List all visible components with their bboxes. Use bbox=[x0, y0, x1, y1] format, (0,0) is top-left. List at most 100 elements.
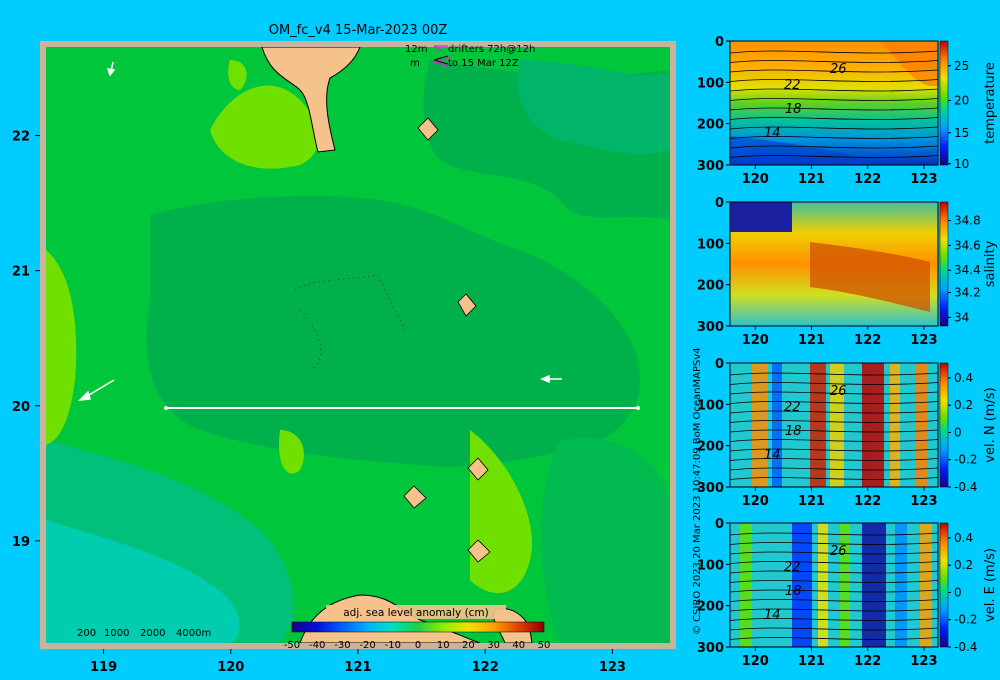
salinity-colorbar-tick-34.2: 34.2 bbox=[954, 286, 981, 300]
depth-legend-200: 200 bbox=[77, 628, 96, 639]
vele-depth-tick-200: 200 bbox=[697, 600, 724, 615]
temperature-depth-tick-200: 200 bbox=[697, 118, 724, 133]
salinity-panel-label: salinity bbox=[983, 240, 998, 287]
salinity-colorbar-tick-34.6: 34.6 bbox=[954, 238, 981, 252]
temperature-lon-tick-121: 121 bbox=[798, 172, 825, 187]
colorbar-tick-30: 30 bbox=[487, 640, 500, 651]
section-panel-temperature: 26 22 18 14 0 100 200 300 120 121 122 123 25 20 15 10 te… bbox=[697, 35, 998, 187]
section-panel-salinity: 0 100 200 300 120 121 122 123 34.8 34.6 34.4 34.2 34… bbox=[697, 196, 998, 348]
vele-colorbar-tick--0.2: -0.2 bbox=[954, 613, 977, 627]
veln-depth-tick-300: 300 bbox=[697, 481, 724, 496]
vele-contour-label-14: 14 bbox=[764, 608, 781, 623]
colorbar-tick--40: -40 bbox=[309, 640, 325, 651]
map-title: OM_fc_v4 15-Mar-2023 00Z bbox=[269, 23, 448, 38]
veln-colorbar-tick-0.2: 0.2 bbox=[954, 398, 973, 412]
veln-depth-tick-100: 100 bbox=[697, 398, 724, 413]
colorbar-tick-40: 40 bbox=[512, 640, 525, 651]
veln-colorbar-tick-0: 0 bbox=[954, 425, 962, 439]
lat-tick-20: 20 bbox=[12, 400, 30, 415]
vele-depth-tick-300: 300 bbox=[697, 641, 724, 656]
veln-contour-label-22: 22 bbox=[784, 400, 801, 415]
temperature-lon-tick-120: 120 bbox=[742, 172, 769, 187]
salinity-colorbar-tick-34: 34 bbox=[954, 310, 969, 324]
temperature-colorbar-tick-15: 15 bbox=[954, 126, 969, 140]
veln-depth-tick-0: 0 bbox=[715, 357, 724, 372]
drifter-note-line1: 12m bbox=[405, 44, 427, 55]
vele-colorbar-tick-0: 0 bbox=[954, 585, 962, 599]
depth-legend-2000: 2000 bbox=[140, 628, 165, 639]
temperature-lon-tick-122: 122 bbox=[854, 172, 881, 187]
depth-legend-1000: 1000 bbox=[104, 628, 129, 639]
drifter-note-line2: m bbox=[410, 58, 420, 69]
veln-contour-label-18: 18 bbox=[785, 424, 802, 439]
temperature-panel-label: temperature bbox=[983, 62, 998, 144]
colorbar-label: adj. sea level anomaly (cm) bbox=[343, 607, 489, 619]
section-panels: 26 22 18 14 0 100 200 300 120 121 122 123 25 20 15 10 te… bbox=[697, 35, 998, 669]
temperature-depth-tick-300: 300 bbox=[697, 159, 724, 174]
temperature-colorbar-tick-25: 25 bbox=[954, 59, 969, 73]
lat-tick-19: 19 bbox=[12, 535, 30, 550]
colorbar-tick-20: 20 bbox=[462, 640, 475, 651]
veln-lon-tick-120: 120 bbox=[742, 494, 769, 509]
salinity-depth-tick-300: 300 bbox=[697, 320, 724, 335]
lon-tick-119: 119 bbox=[90, 660, 117, 675]
temperature-contour-label-26: 26 bbox=[830, 62, 847, 77]
drifter-label-line2: to 15 Mar 12Z bbox=[448, 58, 519, 69]
colorbar-tick-10: 10 bbox=[437, 640, 450, 651]
lat-tick-labels: 22 21 20 19 bbox=[12, 130, 40, 550]
vele-contour-label-18: 18 bbox=[785, 584, 802, 599]
colorbar-tick--20: -20 bbox=[359, 640, 375, 651]
vele-panel-label: vel. E (m/s) bbox=[983, 548, 998, 622]
salinity-lon-tick-121: 121 bbox=[798, 333, 825, 348]
salinity-lon-tick-123: 123 bbox=[910, 333, 937, 348]
temperature-colorbar-tick-10: 10 bbox=[954, 157, 969, 171]
vele-contour-label-26: 26 bbox=[830, 544, 847, 559]
veln-colorbar-tick--0.2: -0.2 bbox=[954, 453, 977, 467]
lon-tick-labels: 119 120 121 122 123 bbox=[90, 649, 626, 675]
temperature-lon-tick-123: 123 bbox=[910, 172, 937, 187]
lon-tick-122: 122 bbox=[472, 660, 499, 675]
salinity-lon-tick-122: 122 bbox=[854, 333, 881, 348]
vele-contour-label-22: 22 bbox=[784, 560, 801, 575]
section-panel-veln: 26 22 18 14 0 100 200 300 120 121 122 123 0.4 0.2 0 -0.… bbox=[697, 357, 998, 509]
lon-tick-121: 121 bbox=[344, 660, 371, 675]
sea-level-map: OM_fc_v4 15-Mar-2023 00Z 12m m drifters … bbox=[12, 23, 676, 675]
vele-depth-tick-100: 100 bbox=[697, 558, 724, 573]
temperature-contour-label-14: 14 bbox=[764, 126, 781, 141]
veln-colorbar-tick-0.4: 0.4 bbox=[954, 371, 973, 385]
lon-tick-123: 123 bbox=[599, 660, 626, 675]
salinity-depth-tick-0: 0 bbox=[715, 196, 724, 211]
vele-colorbar-tick--0.4: -0.4 bbox=[954, 640, 977, 654]
colorbar-tick--50: -50 bbox=[284, 640, 300, 651]
vele-colorbar-tick-0.2: 0.2 bbox=[954, 558, 973, 572]
salinity-depth-tick-100: 100 bbox=[697, 237, 724, 252]
salinity-lon-tick-120: 120 bbox=[742, 333, 769, 348]
temperature-contour-label-18: 18 bbox=[785, 102, 802, 117]
vele-lon-tick-123: 123 bbox=[910, 654, 937, 669]
colorbar-tick--30: -30 bbox=[334, 640, 350, 651]
temperature-depth-tick-0: 0 bbox=[715, 35, 724, 50]
salinity-depth-tick-200: 200 bbox=[697, 279, 724, 294]
veln-depth-tick-200: 200 bbox=[697, 440, 724, 455]
lon-tick-120: 120 bbox=[217, 660, 244, 675]
veln-contour-label-26: 26 bbox=[830, 384, 847, 399]
veln-lon-tick-123: 123 bbox=[910, 494, 937, 509]
section-panel-vele: 26 22 18 14 0 100 200 300 120 121 122 123 0.4 0.2 0 -0.… bbox=[697, 517, 998, 669]
salinity-colorbar-tick-34.8: 34.8 bbox=[954, 214, 981, 228]
colorbar-tick-50: 50 bbox=[538, 640, 551, 651]
lat-tick-21: 21 bbox=[12, 265, 30, 280]
vele-lon-tick-120: 120 bbox=[742, 654, 769, 669]
colorbar-tick-0: 0 bbox=[415, 640, 421, 651]
lat-tick-22: 22 bbox=[12, 130, 30, 145]
veln-panel-label: vel. N (m/s) bbox=[983, 387, 998, 462]
depth-legend-4000: 4000m bbox=[176, 628, 211, 639]
veln-lon-tick-121: 121 bbox=[798, 494, 825, 509]
temperature-depth-tick-100: 100 bbox=[697, 76, 724, 91]
veln-contour-label-14: 14 bbox=[764, 448, 781, 463]
temperature-contour-label-22: 22 bbox=[784, 78, 801, 93]
vele-lon-tick-122: 122 bbox=[854, 654, 881, 669]
salinity-colorbar-tick-34.4: 34.4 bbox=[954, 263, 981, 277]
temperature-colorbar-tick-20: 20 bbox=[954, 94, 969, 108]
veln-lon-tick-122: 122 bbox=[854, 494, 881, 509]
veln-colorbar-tick--0.4: -0.4 bbox=[954, 480, 977, 494]
